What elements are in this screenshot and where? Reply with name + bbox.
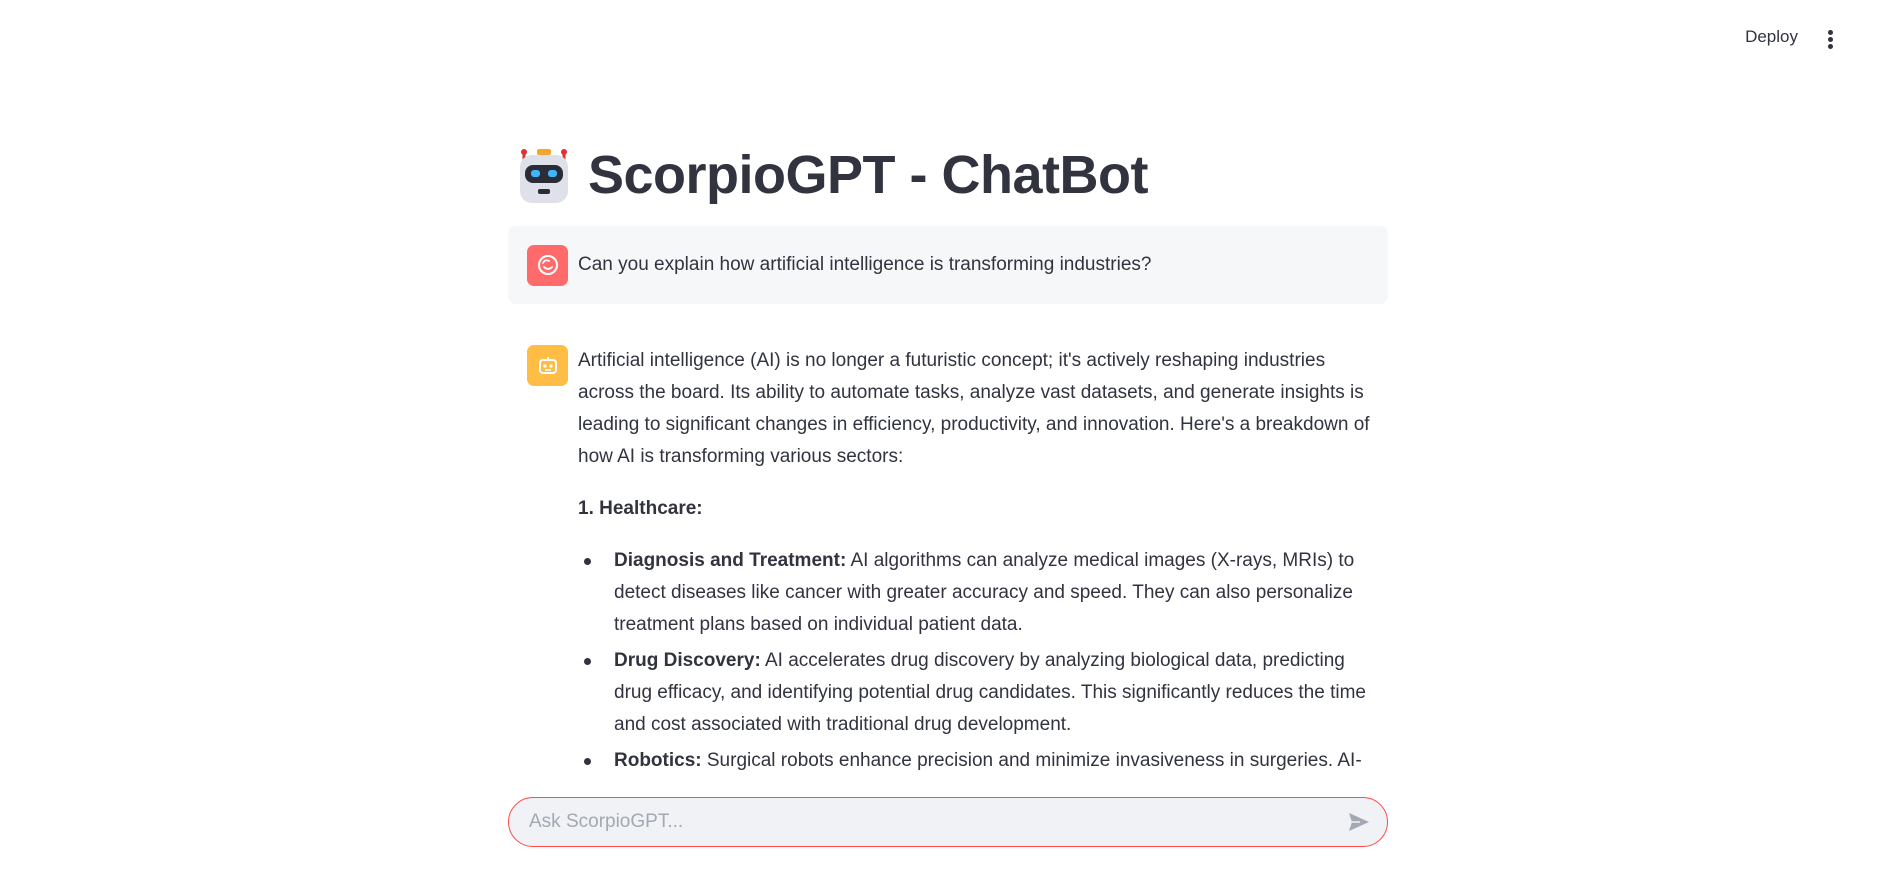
chat-input-container	[508, 797, 1388, 847]
send-icon	[1349, 813, 1369, 831]
send-button[interactable]	[1339, 802, 1379, 842]
kebab-menu-icon[interactable]	[1826, 30, 1834, 50]
assistant-intro: Artificial intelligence (AI) is no longe…	[578, 350, 1370, 467]
assistant-message: Artificial intelligence (AI) is no longe…	[508, 345, 1388, 775]
section-heading: 1. Healthcare:	[578, 498, 703, 519]
chat-input[interactable]	[529, 811, 1339, 833]
list-item-title: Diagnosis and Treatment:	[614, 550, 847, 571]
bullet-list: Diagnosis and Treatment: AI algorithms c…	[578, 545, 1378, 775]
robot-face-icon	[538, 356, 557, 374]
assistant-message-body: Artificial intelligence (AI) is no longe…	[578, 345, 1378, 775]
assistant-avatar	[527, 345, 568, 386]
list-item-title: Robotics:	[614, 750, 702, 771]
user-avatar	[527, 244, 568, 286]
list-item-title: Drug Discovery:	[614, 650, 761, 671]
smiley-face-icon	[537, 255, 558, 275]
list-item: Diagnosis and Treatment: AI algorithms c…	[578, 545, 1378, 641]
list-item: Drug Discovery: AI accelerates drug disc…	[578, 645, 1378, 741]
page-title: ScorpioGPT - ChatBot	[588, 145, 1148, 205]
page-header: ScorpioGPT - ChatBot	[514, 140, 1148, 210]
main-container: ScorpioGPT - ChatBot Can you explain how…	[508, 0, 1388, 895]
list-item-text: Surgical robots enhance precision and mi…	[701, 750, 1362, 771]
robot-emoji-icon	[520, 149, 568, 203]
list-item: Robotics: Surgical robots enhance precis…	[578, 745, 1378, 775]
deploy-button[interactable]: Deploy	[1745, 27, 1798, 47]
user-message-text: Can you explain how artificial intellige…	[578, 254, 1152, 275]
user-message: Can you explain how artificial intellige…	[508, 226, 1388, 304]
